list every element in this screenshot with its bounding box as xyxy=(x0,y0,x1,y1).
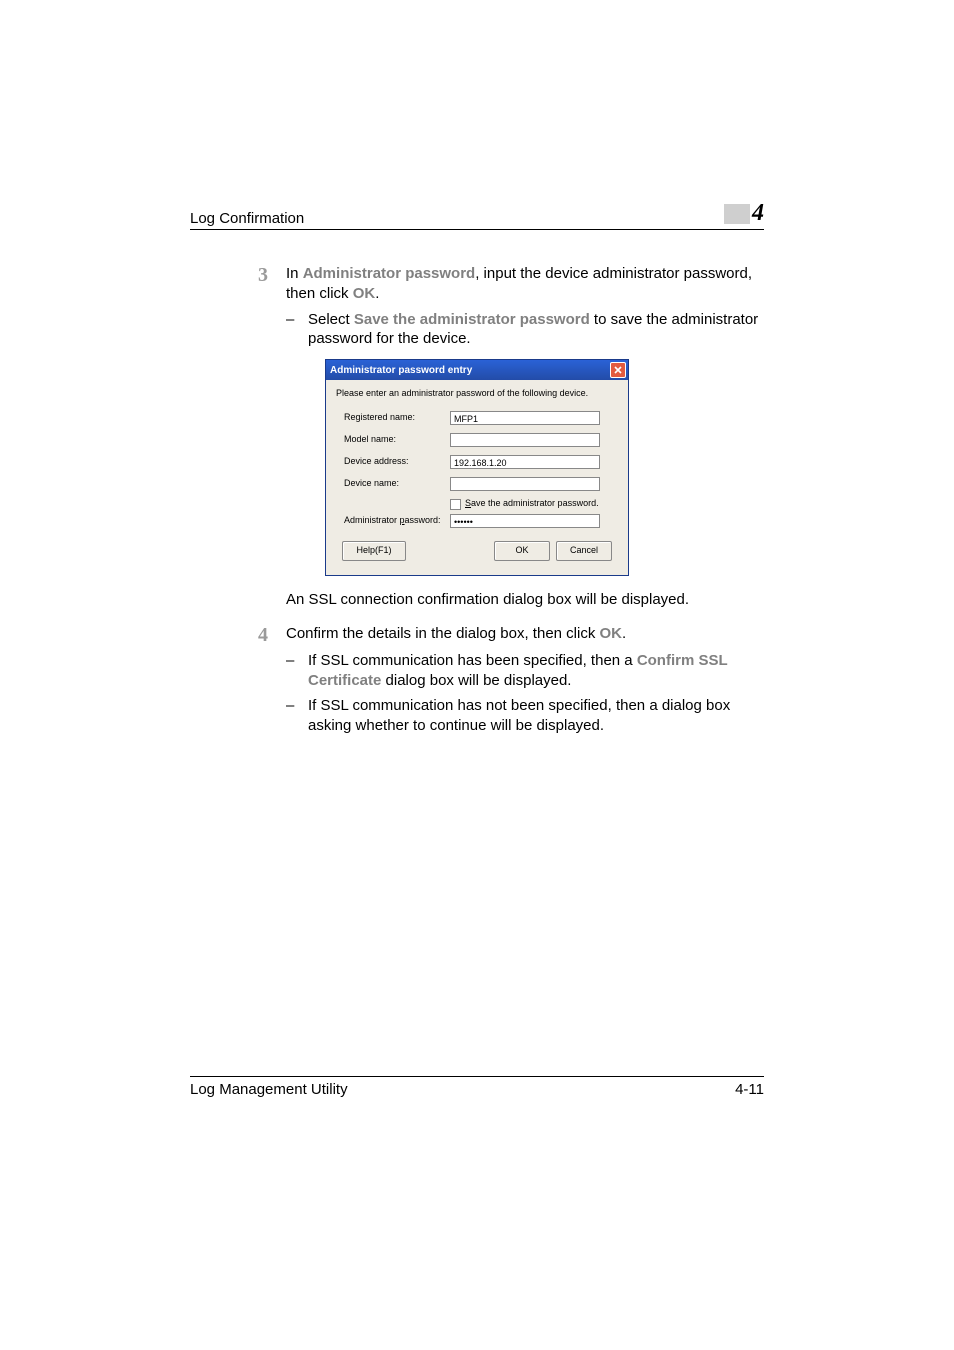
label-admin-password: Administrator password: xyxy=(344,515,450,527)
footer-left: Log Management Utility xyxy=(190,1081,348,1098)
text: In xyxy=(286,265,303,282)
bullet-dash: – xyxy=(286,651,308,691)
close-icon xyxy=(614,366,622,374)
help-button[interactable]: Help(F1) xyxy=(342,541,406,561)
sub-text: Select Save the administrator password t… xyxy=(308,310,764,350)
body: 3 In Administrator password, input the d… xyxy=(190,264,764,736)
step-4-sub-2: – If SSL communication has not been spec… xyxy=(286,696,764,736)
step-4: 4 Confirm the details in the dialog box,… xyxy=(190,624,764,645)
dialog-titlebar: Administrator password entry xyxy=(326,360,628,380)
label-model-name: Model name: xyxy=(344,434,450,446)
input-device-name[interactable] xyxy=(450,477,600,491)
row-admin-password: Administrator password: •••••• xyxy=(344,513,618,529)
text: dialog box will be displayed. xyxy=(381,672,571,689)
dialog-wrap: Administrator password entry Please ente… xyxy=(190,359,764,576)
text: . xyxy=(375,285,379,302)
emphasis: OK xyxy=(600,625,623,642)
label-device-address: Device address: xyxy=(344,456,450,468)
sub-text: If SSL communication has not been specif… xyxy=(308,696,764,736)
step-3: 3 In Administrator password, input the d… xyxy=(190,264,764,304)
footer-right: 4-11 xyxy=(735,1081,764,1098)
label-registered-name: Registered name: xyxy=(344,412,450,424)
header-title: Log Confirmation xyxy=(190,210,304,227)
step-3-sub: – Select Save the administrator password… xyxy=(286,310,764,350)
chapter-number: 4 xyxy=(752,200,764,227)
dialog-button-row: Help(F1) OK Cancel xyxy=(342,541,612,561)
ok-button[interactable]: OK xyxy=(494,541,550,561)
row-registered-name: Registered name: MFP1 xyxy=(344,410,618,426)
dialog-body: Please enter an administrator password o… xyxy=(326,380,628,575)
emphasis: OK xyxy=(353,285,376,302)
input-admin-password[interactable]: •••••• xyxy=(450,514,600,528)
admin-password-dialog: Administrator password entry Please ente… xyxy=(325,359,629,576)
page-footer: Log Management Utility 4-11 xyxy=(190,1076,764,1098)
close-button[interactable] xyxy=(610,362,626,378)
dialog-title: Administrator password entry xyxy=(330,364,472,377)
right-buttons: OK Cancel xyxy=(494,541,612,561)
page-header: Log Confirmation 4 xyxy=(190,200,764,230)
chapter-indicator: 4 xyxy=(724,200,764,227)
chapter-shade xyxy=(724,204,750,224)
text: If SSL communication has been specified,… xyxy=(308,652,637,669)
emphasis: Administrator password xyxy=(303,265,476,282)
checkbox-label: Save the administrator password. xyxy=(465,498,599,510)
step-4-sub-1: – If SSL communication has been specifie… xyxy=(286,651,764,691)
input-device-address[interactable]: 192.168.1.20 xyxy=(450,455,600,469)
bullet-dash: – xyxy=(286,696,308,736)
dialog-instruction: Please enter an administrator password o… xyxy=(336,388,618,400)
step-number: 4 xyxy=(234,624,286,645)
page: Log Confirmation 4 3 In Administrator pa… xyxy=(0,0,954,1350)
emphasis: Save the administrator password xyxy=(354,311,590,328)
row-model-name: Model name: xyxy=(344,432,618,448)
text: Confirm the details in the dialog box, t… xyxy=(286,625,600,642)
label-device-name: Device name: xyxy=(344,478,450,490)
row-save-password-checkbox: Save the administrator password. xyxy=(450,498,618,510)
input-registered-name[interactable]: MFP1 xyxy=(450,411,600,425)
row-device-address: Device address: 192.168.1.20 xyxy=(344,454,618,470)
input-model-name[interactable] xyxy=(450,433,600,447)
text: . xyxy=(622,625,626,642)
checkbox-save-password[interactable] xyxy=(450,499,461,510)
bullet-dash: – xyxy=(286,310,308,350)
text: ave the administrator password. xyxy=(471,498,599,508)
step-number: 3 xyxy=(234,264,286,304)
cancel-button[interactable]: Cancel xyxy=(556,541,612,561)
step-text: In Administrator password, input the dev… xyxy=(286,264,764,304)
sub-text: If SSL communication has been specified,… xyxy=(308,651,764,691)
after-dialog-text: An SSL connection confirmation dialog bo… xyxy=(286,590,764,610)
text: Select xyxy=(308,311,354,328)
step-text: Confirm the details in the dialog box, t… xyxy=(286,624,764,645)
text: Administrator xyxy=(344,515,400,525)
text: assword: xyxy=(405,515,441,525)
row-device-name: Device name: xyxy=(344,476,618,492)
